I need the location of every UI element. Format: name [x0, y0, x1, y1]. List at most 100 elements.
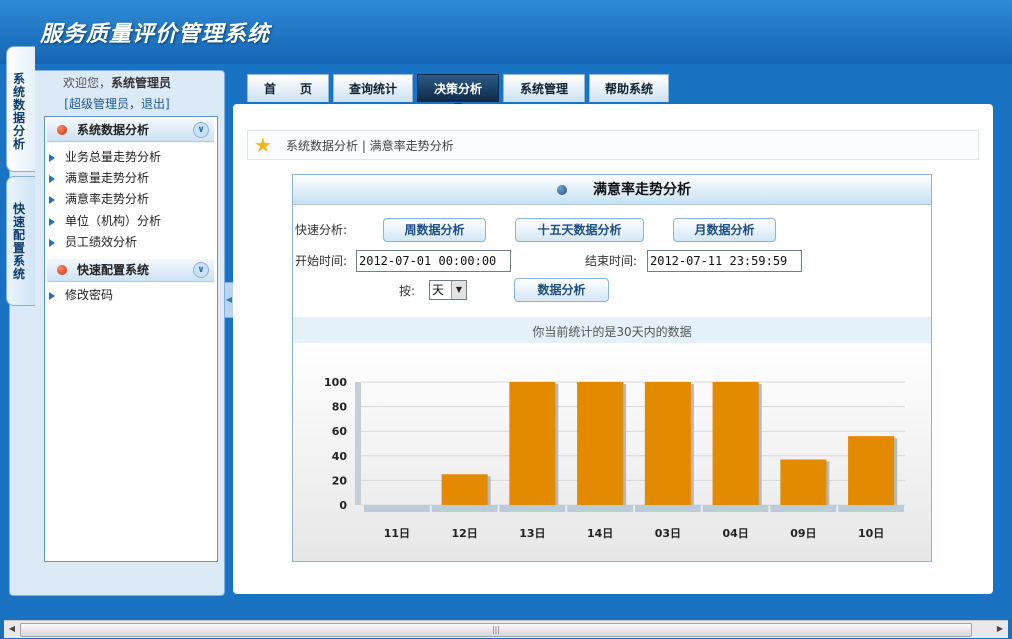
bar	[712, 382, 759, 505]
horizontal-scrollbar[interactable]: ◀ ||| ▶	[4, 620, 1008, 638]
sidebar-item-business-trend[interactable]: 业务总量走势分析	[49, 147, 161, 168]
vertical-tab-data-analysis[interactable]: 系统数据分析	[6, 46, 35, 172]
vertical-tab-label: 系统数据分析	[13, 72, 26, 151]
tab-query-stats[interactable]: 查询统计	[333, 74, 413, 102]
tab-home[interactable]: 首 页	[247, 74, 329, 102]
y-tick-label: 20	[332, 474, 348, 487]
arrow-right-icon	[49, 291, 55, 300]
scroll-right-icon[interactable]: ▶	[994, 623, 1006, 635]
scroll-left-icon[interactable]: ◀	[6, 623, 18, 635]
section-header-data-analysis[interactable]: 系统数据分析 ∨	[47, 119, 214, 142]
tab-decision-analysis[interactable]: 决策分析	[417, 74, 499, 108]
bar	[577, 382, 624, 505]
arrow-right-icon	[49, 174, 55, 183]
app-header: 服务质量评价管理系统	[0, 0, 1012, 64]
section-header-quick-config[interactable]: 快速配置系统 ∨	[47, 259, 214, 282]
logout-link[interactable]: 退出]	[141, 97, 170, 111]
section-label: 快速配置系统	[77, 263, 150, 277]
x-tick-label: 11日	[384, 527, 410, 540]
chevron-down-icon[interactable]: ∨	[193, 122, 209, 138]
dropdown-arrow-icon[interactable]: ▼	[451, 281, 466, 299]
sidebar-item-label: 员工绩效分析	[65, 235, 138, 249]
bar-chart: 0 20 40 60 80 100 11日 12日 13日 14日 03日 04日 09日 10日	[324, 376, 905, 540]
app-title: 服务质量评价管理系统	[40, 22, 271, 47]
x-tick-label: 03日	[655, 527, 681, 540]
month-analysis-button[interactable]: 月数据分析	[673, 218, 776, 242]
x-axis-segment	[364, 505, 430, 512]
red-dot-icon	[57, 125, 67, 135]
group-by-select[interactable]: 天 ▼	[429, 280, 467, 300]
arrow-right-icon	[49, 153, 55, 162]
sidebar-item-unit-analysis[interactable]: 单位（机构）分析	[49, 211, 161, 232]
role-link[interactable]: [超级管理员	[64, 97, 129, 111]
scrollbar-thumb[interactable]: |||	[20, 623, 972, 637]
sidebar-item-satisfaction-volume[interactable]: 满意量走势分析	[49, 168, 149, 189]
x-axis-segment	[431, 505, 498, 512]
sidebar-item-label: 满意率走势分析	[65, 192, 150, 206]
sidebar-menu: 系统数据分析 ∨ 业务总量走势分析 满意量走势分析 满意率走势分析 单位（机构）…	[44, 116, 218, 562]
sidebar-item-label: 单位（机构）分析	[65, 214, 162, 228]
x-axis-segment	[702, 505, 769, 512]
y-tick-label: 0	[339, 499, 347, 512]
x-axis-segment	[635, 505, 701, 512]
panel-title: 满意率走势分析	[593, 182, 691, 198]
end-time-label: 结束时间:	[585, 254, 638, 268]
analysis-panel: 满意率走势分析 快速分析: 周数据分析 十五天数据分析 月数据分析 开始时间: …	[292, 174, 932, 562]
welcome-block: 欢迎您，系统管理员 [超级管理员，退出]	[62, 76, 172, 111]
bar	[509, 382, 556, 505]
x-axis-segment	[499, 505, 566, 512]
x-axis-segment	[567, 505, 633, 512]
x-tick-label: 14日	[587, 527, 613, 540]
panel-title-bar: 满意率走势分析	[293, 175, 931, 205]
sidebar-item-label: 业务总量走势分析	[65, 150, 162, 164]
vertical-tab-label: 快速配置系统	[13, 202, 26, 281]
x-axis-segment	[838, 505, 904, 512]
chevron-down-icon[interactable]: ∨	[193, 262, 209, 278]
start-time-input[interactable]: 2012-07-01 00:00:00	[356, 250, 511, 272]
x-tick-label: 13日	[519, 527, 545, 540]
sidebar-item-label: 修改密码	[65, 288, 114, 302]
quick-analysis-label: 快速分析:	[295, 223, 348, 237]
y-tick-label: 100	[324, 376, 347, 389]
y-tick-label: 80	[332, 401, 348, 414]
sidebar-item-change-password[interactable]: 修改密码	[49, 285, 113, 306]
star-icon: ★	[254, 133, 272, 157]
arrow-right-icon	[49, 238, 55, 247]
x-axis-segment	[770, 505, 837, 512]
section-label: 系统数据分析	[77, 123, 150, 137]
vertical-tab-quick-config[interactable]: 快速配置系统	[6, 176, 35, 306]
bar	[441, 474, 488, 505]
tab-system-management[interactable]: 系统管理	[503, 74, 585, 102]
breadcrumb: ★ 系统数据分析 | 满意率走势分析	[247, 130, 979, 160]
main-content: ★ 系统数据分析 | 满意率走势分析 满意率走势分析 快速分析: 周数据分析 十…	[233, 104, 993, 594]
analysis-form: 快速分析: 周数据分析 十五天数据分析 月数据分析 开始时间: 2012-07-…	[293, 205, 931, 317]
bar	[644, 382, 691, 505]
breadcrumb-text: 系统数据分析 | 满意率走势分析	[286, 139, 454, 153]
fifteen-day-analysis-button[interactable]: 十五天数据分析	[515, 218, 644, 242]
arrow-right-icon	[49, 195, 55, 204]
sidebar-item-satisfaction-rate[interactable]: 满意率走势分析	[49, 189, 149, 210]
week-analysis-button[interactable]: 周数据分析	[383, 218, 486, 242]
user-name: 系统管理员	[111, 76, 172, 90]
blue-dot-icon	[557, 185, 567, 195]
chart-area: 0 20 40 60 80 100 11日 12日 13日 14日 03日 04日 09日 10日	[293, 343, 931, 561]
stats-info-text: 你当前统计的是30天内的数据	[293, 317, 931, 343]
x-tick-label: 12日	[451, 527, 477, 540]
y-axis-strip	[355, 382, 361, 505]
end-time-input[interactable]: 2012-07-11 23:59:59	[647, 250, 802, 272]
x-tick-label: 10日	[858, 527, 884, 540]
tab-help-system[interactable]: 帮助系统	[589, 74, 669, 102]
arrow-right-icon	[49, 217, 55, 226]
red-dot-icon	[57, 265, 67, 275]
x-tick-label: 04日	[722, 527, 748, 540]
bar	[848, 436, 895, 505]
bar	[780, 459, 827, 505]
start-time-label: 开始时间:	[295, 254, 348, 268]
sidebar-item-label: 满意量走势分析	[65, 171, 150, 185]
group-by-label: 按:	[399, 284, 416, 298]
data-analysis-button[interactable]: 数据分析	[514, 278, 609, 302]
group-by-value: 天	[432, 283, 445, 297]
x-tick-label: 09日	[790, 527, 816, 540]
sidebar-item-staff-performance[interactable]: 员工绩效分析	[49, 232, 137, 253]
welcome-prefix: 欢迎您，	[62, 76, 111, 90]
